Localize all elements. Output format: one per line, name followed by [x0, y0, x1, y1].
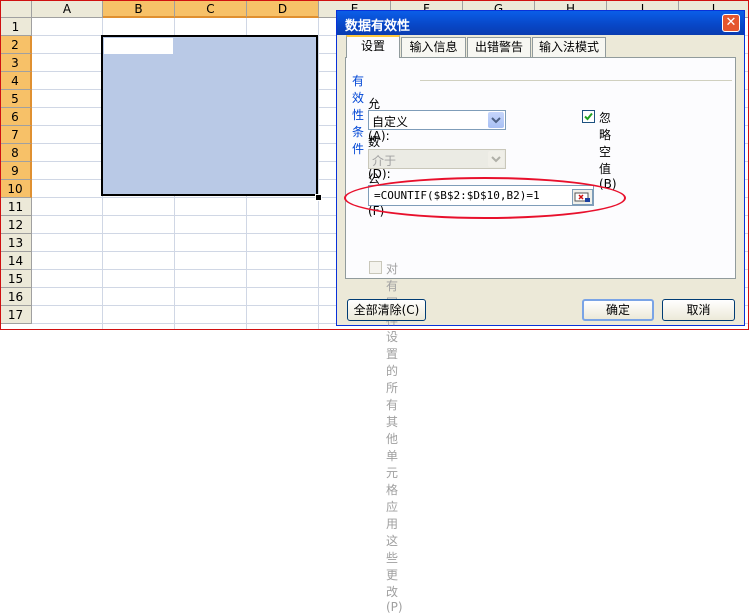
row-header-6[interactable]: 6 — [0, 108, 32, 126]
select-all-corner[interactable] — [0, 0, 32, 18]
row-header-16[interactable]: 16 — [0, 288, 32, 306]
column-header-c[interactable]: C — [175, 0, 247, 18]
chevron-down-icon[interactable] — [488, 112, 504, 128]
row-header-17[interactable]: 17 — [0, 306, 32, 324]
ignore-blank-label: 忽略空值(B) — [599, 111, 617, 191]
allow-value: 自定义 — [372, 115, 409, 129]
row-header-3[interactable]: 3 — [0, 54, 32, 72]
dialog-title-bar[interactable]: 数据有效性 ✕ — [337, 11, 744, 35]
grid-line — [318, 18, 319, 330]
annotation-oval — [344, 177, 626, 219]
data-value: 介于 — [372, 154, 397, 168]
validation-criteria-label: 有效性条件 — [352, 72, 368, 157]
row-header-15[interactable]: 15 — [0, 270, 32, 288]
row-header-11[interactable]: 11 — [0, 198, 32, 216]
row-header-4[interactable]: 4 — [0, 72, 32, 90]
cancel-button[interactable]: 取消 — [662, 299, 735, 321]
ok-button[interactable]: 确定 — [582, 299, 654, 321]
tab-error-alert[interactable]: 出错警告 — [467, 37, 531, 57]
close-icon[interactable]: ✕ — [722, 14, 740, 32]
allow-select[interactable]: 自定义 — [368, 110, 506, 130]
ignore-blank-checkbox[interactable] — [582, 110, 595, 123]
dialog-title: 数据有效性 — [345, 19, 411, 34]
row-header-14[interactable]: 14 — [0, 252, 32, 270]
data-select: 介于 — [368, 149, 506, 169]
tab-input-message[interactable]: 输入信息 — [401, 37, 466, 57]
apply-all-checkbox — [369, 261, 382, 274]
column-header-b[interactable]: B — [103, 0, 175, 18]
row-header-5[interactable]: 5 — [0, 90, 32, 108]
row-header-7[interactable]: 7 — [0, 126, 32, 144]
chevron-down-icon — [488, 151, 504, 167]
row-header-13[interactable]: 13 — [0, 234, 32, 252]
group-divider — [420, 80, 732, 81]
row-header-1[interactable]: 1 — [0, 18, 32, 36]
clear-all-button[interactable]: 全部清除(C) — [347, 299, 426, 321]
fill-handle[interactable] — [315, 194, 322, 201]
row-header-10[interactable]: 10 — [0, 180, 32, 198]
tab-settings[interactable]: 设置 — [346, 35, 400, 58]
column-header-a[interactable]: A — [32, 0, 103, 18]
row-header-8[interactable]: 8 — [0, 144, 32, 162]
check-icon — [584, 112, 593, 121]
row-header-2[interactable]: 2 — [0, 36, 32, 54]
row-header-12[interactable]: 12 — [0, 216, 32, 234]
selection-border — [101, 35, 318, 196]
row-header-9[interactable]: 9 — [0, 162, 32, 180]
column-header-d[interactable]: D — [247, 0, 319, 18]
tab-ime-mode[interactable]: 输入法模式 — [532, 37, 606, 57]
